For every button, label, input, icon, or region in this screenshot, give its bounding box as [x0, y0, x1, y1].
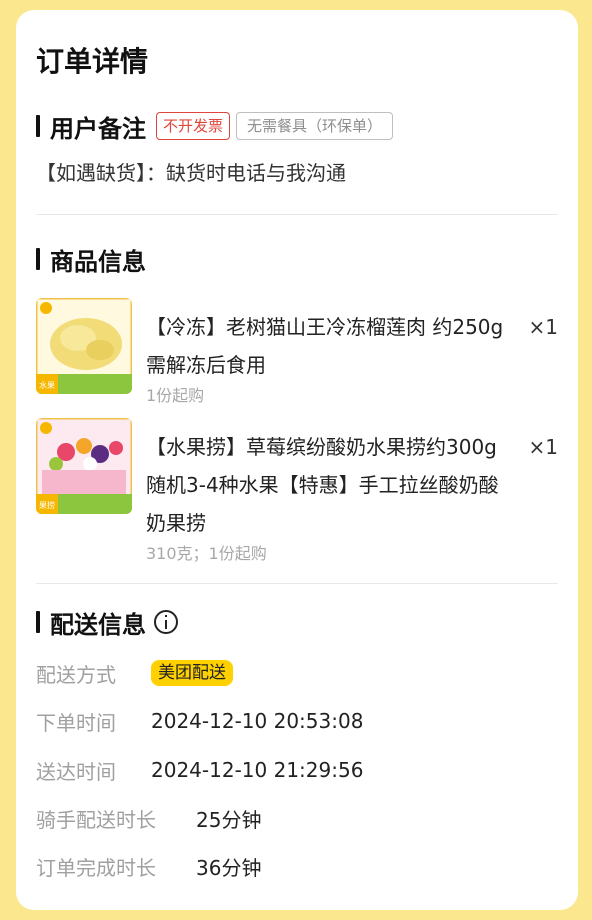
thumb-badge: 水果: [39, 380, 55, 390]
section-bar: [36, 248, 40, 270]
product-quantity: ×1: [528, 315, 558, 339]
remarks-title: 用户备注: [50, 114, 146, 143]
row-label: 订单完成时长: [36, 855, 156, 880]
delivery-method-row: 配送方式 美团配送: [36, 658, 233, 688]
order-time-value: 2024-12-10 20:53:08: [151, 709, 364, 733]
row-label: 下单时间: [36, 710, 116, 735]
products-section-header: 商品信息: [36, 242, 146, 276]
row-label: 配送方式: [36, 662, 116, 687]
order-time-row: 下单时间 2024-12-10 20:53:08: [36, 706, 363, 736]
product-quantity: ×1: [528, 435, 558, 459]
no-invoice-tag: 不开发票: [156, 112, 231, 140]
section-bar: [36, 611, 40, 633]
product-name: 【水果捞】草莓缤纷酸奶水果捞约300g随机3-4种水果【特惠】手工拉丝酸奶酸奶果…: [146, 435, 499, 535]
product-subtext: 1份起购: [146, 386, 205, 405]
products-title: 商品信息: [50, 247, 146, 276]
delivered-time-row: 送达时间 2024-12-10 21:29:56: [36, 755, 363, 785]
rider-duration-row: 骑手配送时长 25分钟: [36, 803, 261, 833]
section-bar: [36, 115, 40, 137]
row-label: 送达时间: [36, 759, 116, 784]
info-icon[interactable]: [154, 610, 178, 634]
divider: [36, 214, 558, 215]
remarks-section-header: 用户备注 不开发票 无需餐具（环保单）: [36, 109, 394, 143]
order-detail-card: 订单详情 用户备注 不开发票 无需餐具（环保单） 【如遇缺货】：缺货时电话与我沟…: [16, 10, 578, 910]
product-name: 【冷冻】老树猫山王冷冻榴莲肉 约250g 需解冻后食用: [146, 315, 504, 377]
product-thumbnail: 水果: [36, 298, 132, 394]
product-subtext: 310克；1份起购: [146, 544, 267, 563]
delivery-section-header: 配送信息: [36, 605, 178, 639]
product-item[interactable]: 水果 【冷冻】老树猫山王冷冻榴莲肉 约250g 需解冻后食用 ×1 1份起购: [36, 298, 558, 408]
completion-duration-value: 36分钟: [196, 855, 262, 880]
row-label: 骑手配送时长: [36, 807, 156, 832]
completion-duration-row: 订单完成时长 36分钟: [36, 851, 261, 881]
no-tableware-tag: 无需餐具（环保单）: [236, 112, 394, 140]
remark-text: 【如遇缺货】：缺货时电话与我沟通: [36, 161, 346, 185]
divider: [36, 583, 558, 584]
delivery-title: 配送信息: [50, 610, 146, 639]
page-title: 订单详情: [36, 45, 149, 78]
thumb-badge: 果捞: [39, 500, 55, 510]
delivered-time-value: 2024-12-10 21:29:56: [151, 758, 364, 782]
product-thumbnail: 果捞: [36, 418, 132, 514]
product-item[interactable]: 果捞 【水果捞】草莓缤纷酸奶水果捞约300g随机3-4种水果【特惠】手工拉丝酸奶…: [36, 418, 558, 568]
delivery-method-chip: 美团配送: [151, 660, 233, 686]
rider-duration-value: 25分钟: [196, 807, 262, 832]
